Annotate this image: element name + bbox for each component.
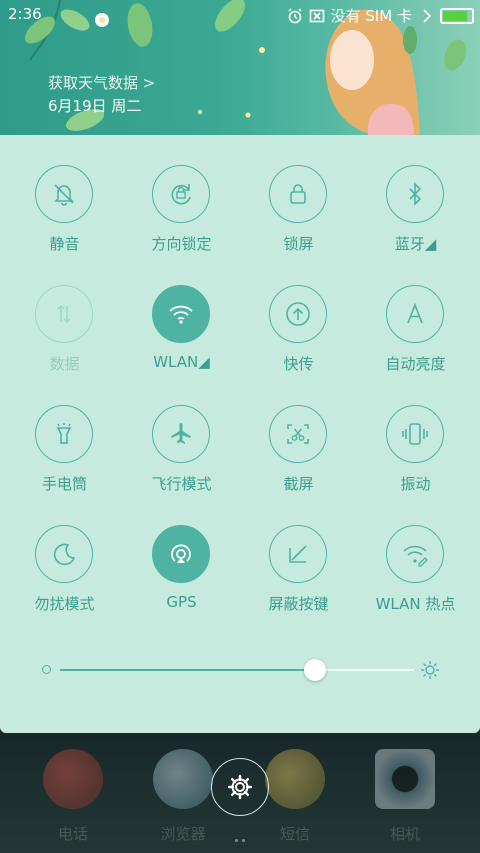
dock-app-browser[interactable]: 浏览器 (143, 745, 223, 845)
brightness-thumb[interactable] (304, 659, 326, 681)
toggle-label: WLAN 热点 (375, 595, 456, 613)
dock-app-phone[interactable]: 电话 (33, 745, 113, 845)
alarm-icon (287, 7, 302, 23)
toggle-label: 方向锁定 (151, 235, 212, 253)
toggle-label: 截屏 (283, 475, 314, 493)
status-icons: 没有 SIM 卡 (287, 5, 474, 26)
toggle-vibrate[interactable]: 振动 (357, 405, 474, 515)
bluetooth-icon (386, 165, 444, 223)
lock-icon (269, 165, 327, 223)
block-keys-icon (269, 525, 327, 583)
toggle-auto-brightness[interactable]: 自动亮度 (357, 285, 474, 395)
toggle-label: 快传 (283, 355, 314, 373)
toggle-rotation-lock[interactable]: 方向锁定 (123, 165, 240, 275)
settings-button[interactable] (211, 758, 269, 816)
toggle-block-keys[interactable]: 屏蔽按键 (240, 525, 357, 635)
status-time: 2:36 (8, 5, 42, 23)
quick-settings-panel: 静音 方向锁定 锁屏 蓝牙◢ 数据 WLAN◢ 快传 自动亮度 手电筒 飞行模式… (0, 135, 480, 733)
toggle-mobile-data[interactable]: 数据 (6, 285, 123, 395)
toggle-screenshot[interactable]: 截屏 (240, 405, 357, 515)
battery-icon (440, 7, 474, 24)
toggle-label: 飞行模式 (151, 475, 212, 493)
auto-brightness-icon (386, 285, 444, 343)
phone-app-icon (43, 749, 103, 809)
toggle-silent[interactable]: 静音 (6, 165, 123, 275)
upload-icon (269, 285, 327, 343)
page-indicator (233, 827, 247, 842)
toggle-wlan[interactable]: WLAN◢ (123, 285, 240, 395)
toggle-label: 屏蔽按键 (268, 595, 329, 613)
toggle-label: 勿扰模式 (34, 595, 95, 613)
browser-app-icon (153, 749, 213, 809)
toggle-label: 蓝牙◢ (394, 235, 437, 253)
flashlight-icon (35, 405, 93, 463)
toggle-label: 静音 (49, 235, 80, 253)
toggle-label: GPS (166, 593, 197, 611)
brightness-slider[interactable] (40, 654, 440, 684)
status-bar: 2:36 没有 SIM 卡 (0, 0, 480, 28)
dock-app-label: 浏览器 (160, 825, 206, 843)
toggle-label: 振动 (400, 475, 431, 493)
sun-icon (421, 661, 439, 679)
toggle-airplane-mode[interactable]: 飞行模式 (123, 405, 240, 515)
dock-app-label: 相机 (389, 825, 420, 843)
camera-app-icon (375, 749, 435, 809)
weather-link[interactable]: 获取天气数据 > (48, 72, 155, 93)
carrier-label: 没有 SIM 卡 (330, 7, 412, 25)
gear-icon (227, 774, 253, 800)
bell-off-icon (35, 165, 93, 223)
messages-app-icon (265, 749, 325, 809)
dock-app-label: 短信 (279, 825, 310, 843)
mobile-data-icon (35, 285, 93, 343)
toggle-label: WLAN◢ (153, 353, 210, 371)
no-signal-icon (423, 8, 432, 23)
toggle-flashlight[interactable]: 手电筒 (6, 405, 123, 515)
dock-app-label: 电话 (57, 825, 88, 843)
hotspot-icon (386, 525, 444, 583)
brightness-track[interactable] (60, 669, 414, 671)
no-sim-icon (309, 9, 324, 22)
gps-icon (152, 525, 210, 583)
toggle-label: 数据 (49, 355, 80, 373)
toggle-quick-transfer[interactable]: 快传 (240, 285, 357, 395)
toggle-wlan-hotspot[interactable]: WLAN 热点 (357, 525, 474, 635)
wifi-icon (152, 285, 210, 343)
toggle-label: 锁屏 (283, 235, 314, 253)
date-label[interactable]: 6月19日 周二 (48, 95, 141, 116)
rotation-lock-icon (152, 165, 210, 223)
airplane-icon (152, 405, 210, 463)
brightness-min-icon (42, 665, 51, 674)
moon-icon (35, 525, 93, 583)
dock-app-camera[interactable]: 相机 (365, 745, 445, 845)
toggle-bluetooth[interactable]: 蓝牙◢ (357, 165, 474, 275)
screenshot-icon (269, 405, 327, 463)
brightness-fill (60, 669, 315, 671)
vibrate-icon (386, 405, 444, 463)
toggle-lock-screen[interactable]: 锁屏 (240, 165, 357, 275)
toggle-label: 自动亮度 (385, 355, 446, 373)
toggle-label: 手电筒 (41, 475, 87, 493)
toggle-gps[interactable]: GPS (123, 525, 240, 635)
toggle-do-not-disturb[interactable]: 勿扰模式 (6, 525, 123, 635)
